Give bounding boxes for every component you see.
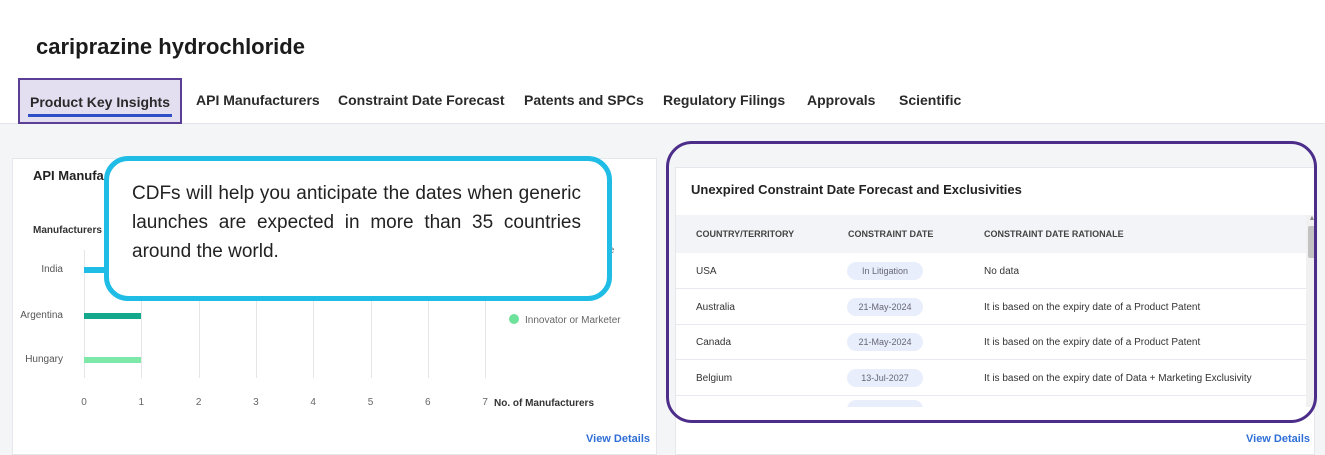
x-tick-label: 1 — [138, 397, 145, 408]
category-label: Hungary — [25, 354, 63, 365]
view-details-link-left[interactable]: View Details — [586, 433, 650, 445]
page: cariprazine hydrochloride Product Key In… — [0, 0, 1325, 455]
highlight-frame — [666, 141, 1317, 423]
tab-regulatory-filings[interactable]: Regulatory Filings — [663, 78, 785, 124]
bar-hungary[interactable] — [84, 357, 142, 363]
api-manufacturers-card-title: API Manufa — [33, 168, 104, 183]
chart-y-header: Manufacturers — [33, 225, 102, 236]
x-tick-label: 0 — [81, 397, 87, 408]
category-label: Argentina — [20, 310, 63, 321]
x-tick-label: 3 — [253, 397, 259, 408]
tab-approvals[interactable]: Approvals — [807, 78, 875, 124]
tab-patents-and-spcs[interactable]: Patents and SPCs — [524, 78, 644, 124]
x-tick-label: 2 — [195, 397, 202, 408]
tab-api-manufacturers[interactable]: API Manufacturers — [196, 78, 320, 124]
view-details-link-right[interactable]: View Details — [1246, 433, 1310, 445]
legend-innovator-or-marketer[interactable]: Innovator or Marketer — [509, 314, 621, 326]
page-title: cariprazine hydrochloride — [36, 34, 305, 59]
header: cariprazine hydrochloride Product Key In… — [0, 0, 1325, 124]
legend-dot — [509, 314, 519, 324]
tab-constraint-date-forecast[interactable]: Constraint Date Forecast — [338, 78, 504, 124]
x-tick-label: 4 — [310, 397, 316, 408]
bar-argentina[interactable] — [84, 313, 142, 319]
chart-x-label: No. of Manufacturers — [494, 398, 595, 409]
tab-scientific[interactable]: Scientific — [899, 78, 961, 124]
callout-box: CDFs will help you anticipate the dates … — [104, 156, 612, 301]
callout-text: CDFs will help you anticipate the dates … — [132, 183, 581, 262]
active-tab-indicator — [28, 114, 172, 117]
legend-label: Innovator or Marketer — [525, 315, 621, 326]
category-label: India — [41, 264, 63, 275]
x-tick-label: 7 — [482, 397, 488, 408]
tab-product-key-insights[interactable]: Product Key Insights — [18, 78, 182, 124]
tab-label: Product Key Insights — [29, 94, 171, 110]
x-tick-label: 5 — [367, 397, 374, 408]
x-tick-label: 6 — [425, 397, 431, 408]
